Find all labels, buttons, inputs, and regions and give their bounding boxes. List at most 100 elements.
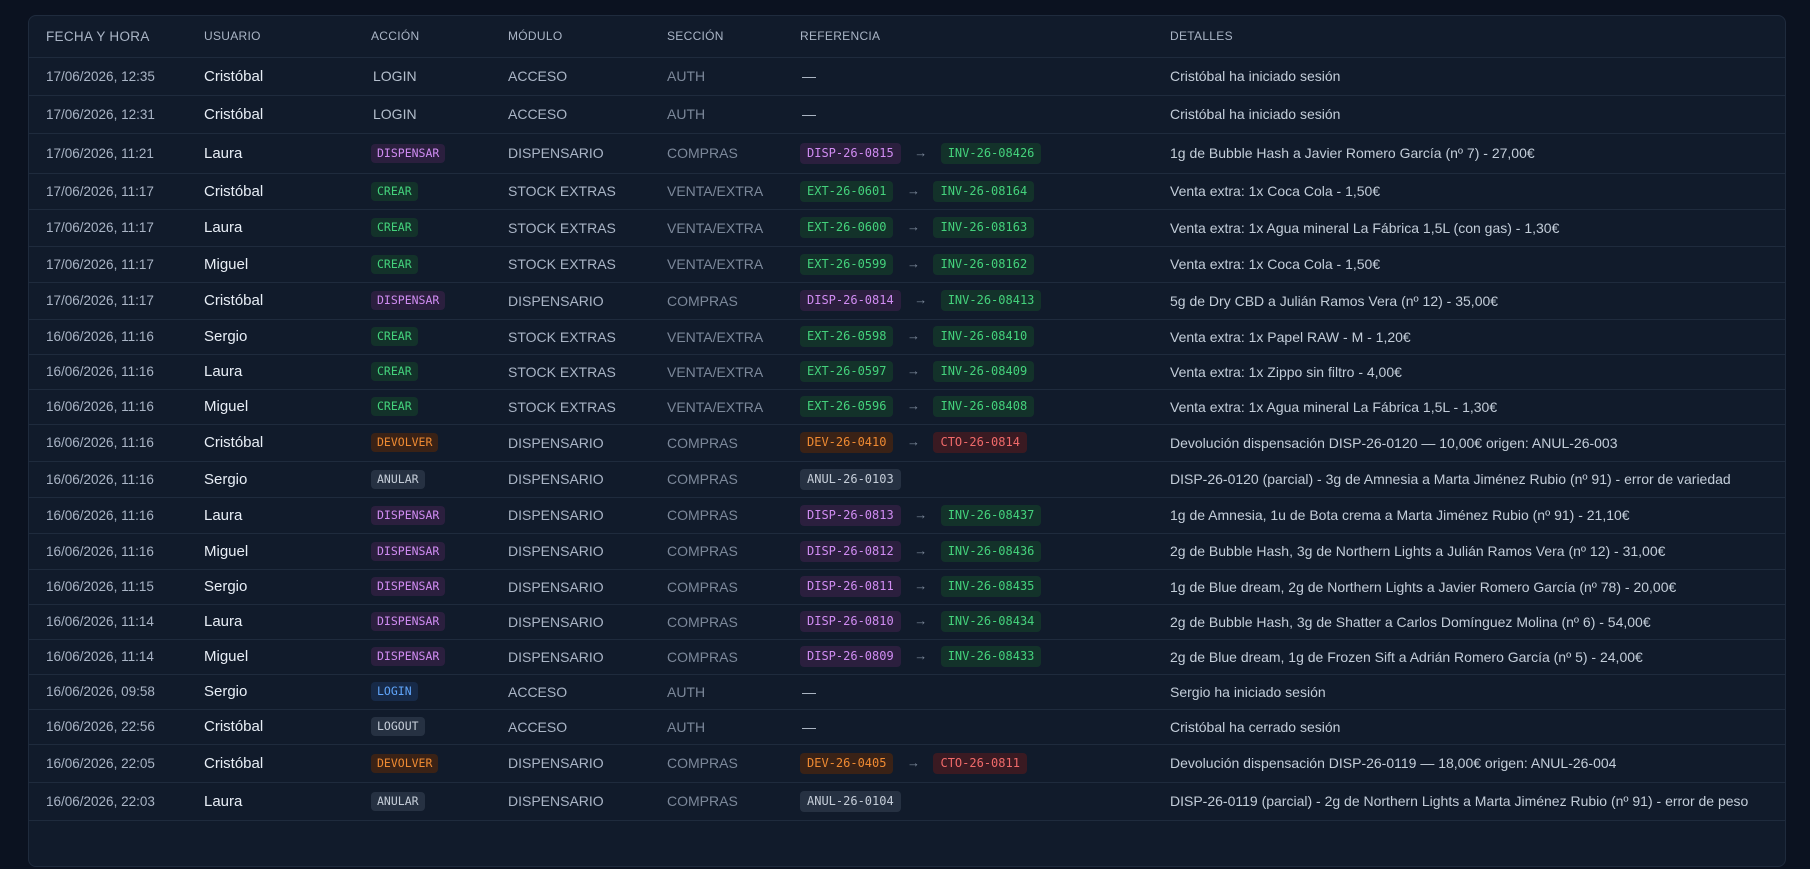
fecha-cell: 16/06/2026, 11:16: [46, 399, 154, 414]
reference-badge[interactable]: DISP-26-0814: [800, 290, 901, 311]
action-badge: CREAR: [371, 362, 418, 381]
detalles-cell: Venta extra: 1x Agua mineral La Fábrica …: [1170, 219, 1560, 236]
action-badge: CREAR: [371, 397, 418, 416]
reference-badge[interactable]: EXT-26-0597: [800, 361, 894, 382]
linked-reference-badge[interactable]: INV-26-08409: [933, 361, 1035, 382]
table-row[interactable]: 16/06/2026, 22:05 Cristóbal DEVOLVER DISPEN…: [29, 744, 1785, 782]
header-modulo[interactable]: MÓDULO: [508, 16, 667, 58]
table-row[interactable]: 16/06/2026, 11:16 Miguel CREAR STOCK EXTRAS…: [29, 389, 1785, 424]
linked-reference-badge[interactable]: CTO-26-0811: [933, 752, 1027, 774]
table-row[interactable]: 16/06/2026, 11:16 Sergio ANULAR DISPENSARIO…: [29, 461, 1785, 497]
table-row[interactable]: 16/06/2026, 11:16 Cristóbal DEVOLVER DISPEN…: [29, 424, 1785, 461]
reference-badge[interactable]: ANUL-26-0104: [800, 790, 901, 812]
seccion-cell: AUTH: [667, 106, 706, 122]
modulo-cell: STOCK EXTRAS: [508, 328, 616, 345]
table-row[interactable]: 17/06/2026, 11:17 Laura CREAR STOCK EXTRAS V…: [29, 209, 1785, 246]
arrow-right-icon: →: [906, 398, 920, 413]
action-badge: DEVOLVER: [371, 433, 439, 452]
usuario-cell: Sergio: [204, 470, 248, 488]
usuario-cell: Miguel: [204, 398, 249, 415]
table-row[interactable]: 16/06/2026, 11:16 Sergio CREAR STOCK EXTRAS…: [29, 319, 1785, 354]
accion-cell: DISPENSAR: [371, 604, 508, 639]
linked-reference-badge[interactable]: INV-26-08408: [933, 396, 1035, 417]
header-fecha[interactable]: FECHA Y HORA: [29, 16, 204, 58]
header-usuario[interactable]: USUARIO: [204, 16, 371, 58]
fecha-cell: 16/06/2026, 11:16: [46, 364, 154, 379]
fecha-cell: 17/06/2026, 12:31: [46, 106, 155, 122]
linked-reference-badge[interactable]: INV-26-08163: [933, 217, 1035, 238]
linked-reference-badge[interactable]: INV-26-08435: [940, 576, 1042, 597]
table-row[interactable]: 16/06/2026, 11:16 Laura DISPENSAR DISPENSAR…: [29, 497, 1785, 533]
linked-reference-badge[interactable]: CTO-26-0814: [933, 432, 1027, 453]
reference-badge[interactable]: DISP-26-0813: [800, 504, 901, 526]
seccion-cell: AUTH: [667, 718, 706, 735]
table-row[interactable]: 16/06/2026, 22:56 Cristóbal LOGOUT ACCESO AU…: [29, 709, 1785, 744]
reference-badge[interactable]: EXT-26-0601: [800, 180, 894, 202]
header-accion[interactable]: ACCIÓN: [371, 16, 508, 58]
action-badge: LOGOUT: [371, 717, 425, 736]
table-row[interactable]: 17/06/2026, 11:17 Cristóbal CREAR STOCK EXT…: [29, 173, 1785, 209]
fecha-cell: 16/06/2026, 22:05: [46, 755, 155, 771]
table-row[interactable]: 16/06/2026, 11:16 Laura CREAR STOCK EXTRAS V…: [29, 354, 1785, 389]
linked-reference-badge[interactable]: INV-26-08162: [933, 253, 1035, 275]
detalles-cell: 5g de Dry CBD a Julián Ramos Vera (nº 12…: [1170, 292, 1499, 309]
reference-badge[interactable]: DISP-26-0810: [800, 611, 901, 632]
usuario-cell: Laura: [204, 506, 243, 524]
reference-badge[interactable]: DISP-26-0811: [800, 576, 901, 597]
reference-badge[interactable]: DISP-26-0809: [800, 646, 901, 667]
linked-reference-badge[interactable]: INV-26-08433: [940, 646, 1042, 667]
action-badge: DISPENSAR: [371, 291, 446, 310]
reference-badge[interactable]: EXT-26-0596: [800, 396, 894, 417]
action-badge: DISPENSAR: [371, 505, 446, 525]
arrow-right-icon: →: [914, 292, 928, 307]
seccion-cell: COMPRAS: [667, 755, 738, 771]
detalles-cell: Cristóbal ha iniciado sesión: [1170, 68, 1341, 84]
table-row[interactable]: 16/06/2026, 09:58 Sergio LOGIN ACCESO AUTH — S…: [29, 674, 1785, 709]
modulo-cell: STOCK EXTRAS: [508, 256, 616, 272]
table-row[interactable]: 17/06/2026, 11:17 Miguel CREAR STOCK EXTRAS…: [29, 246, 1785, 282]
usuario-cell: Cristóbal: [204, 434, 264, 451]
table-row[interactable]: 16/06/2026, 11:15 Sergio DISPENSAR DISPENSA…: [29, 569, 1785, 604]
reference-badge[interactable]: DEV-26-0405: [800, 752, 894, 774]
reference-badge[interactable]: DISP-26-0812: [800, 540, 901, 562]
table-row[interactable]: 16/06/2026, 11:16 Miguel DISPENSAR DISPENSA…: [29, 533, 1785, 569]
modulo-cell: DISPENSARIO: [508, 755, 604, 771]
table-row[interactable]: 16/06/2026, 11:14 Miguel DISPENSAR DISPENSA…: [29, 639, 1785, 674]
reference-badge[interactable]: EXT-26-0600: [800, 217, 894, 238]
modulo-cell: DISPENSARIO: [508, 471, 604, 487]
linked-reference-badge[interactable]: INV-26-08410: [933, 326, 1035, 347]
linked-reference-badge[interactable]: INV-26-08413: [940, 290, 1042, 311]
header-detalles[interactable]: DETALLES: [1170, 16, 1785, 58]
linked-reference-badge[interactable]: INV-26-08436: [940, 540, 1042, 562]
accion-cell: LOGOUT: [371, 709, 508, 744]
table-row[interactable]: 17/06/2026, 12:35 Cristóbal LOGIN ACCESO AUT…: [29, 57, 1785, 95]
reference-badge[interactable]: ANUL-26-0103: [800, 468, 901, 490]
reference-badge[interactable]: DEV-26-0410: [800, 432, 894, 453]
referencia-cell: —: [800, 57, 1170, 95]
linked-reference-badge[interactable]: INV-26-08426: [940, 142, 1042, 164]
reference-empty: —: [802, 106, 816, 122]
seccion-cell: COMPRAS: [667, 145, 738, 161]
table-row[interactable]: 17/06/2026, 12:31 Cristóbal LOGIN ACCESO AUT…: [29, 95, 1785, 133]
linked-reference-badge[interactable]: INV-26-08437: [940, 504, 1042, 526]
fecha-cell: 17/06/2026, 11:17: [46, 183, 154, 199]
reference-badge[interactable]: DISP-26-0815: [800, 142, 901, 164]
seccion-cell: COMPRAS: [667, 434, 738, 451]
header-seccion[interactable]: SECCIÓN: [667, 16, 800, 58]
table-row[interactable]: 17/06/2026, 11:17 Cristóbal DISPENSAR DISPE…: [29, 282, 1785, 319]
table-row[interactable]: 16/06/2026, 11:14 Laura DISPENSAR DISPENSAR…: [29, 604, 1785, 639]
arrow-right-icon: →: [906, 182, 920, 198]
action-badge: DEVOLVER: [371, 753, 439, 773]
reference-badge[interactable]: EXT-26-0598: [800, 326, 894, 347]
table-row[interactable]: 17/06/2026, 11:21 Laura DISPENSAR DISPENSAR…: [29, 133, 1785, 173]
arrow-right-icon: →: [906, 754, 920, 770]
table-row[interactable]: 16/06/2026, 22:03 Laura ANULAR DISPENSARIO C…: [29, 782, 1785, 820]
action-label: LOGIN: [373, 68, 417, 84]
linked-reference-badge[interactable]: INV-26-08164: [933, 180, 1035, 202]
header-referencia[interactable]: REFERENCIA: [800, 16, 1170, 58]
action-badge: ANULAR: [371, 469, 425, 489]
audit-log-table: FECHA Y HORA USUARIO ACCIÓN MÓDULO SECCI…: [29, 16, 1785, 821]
accion-cell: CREAR: [371, 246, 508, 282]
reference-badge[interactable]: EXT-26-0599: [800, 253, 894, 275]
linked-reference-badge[interactable]: INV-26-08434: [940, 611, 1042, 632]
